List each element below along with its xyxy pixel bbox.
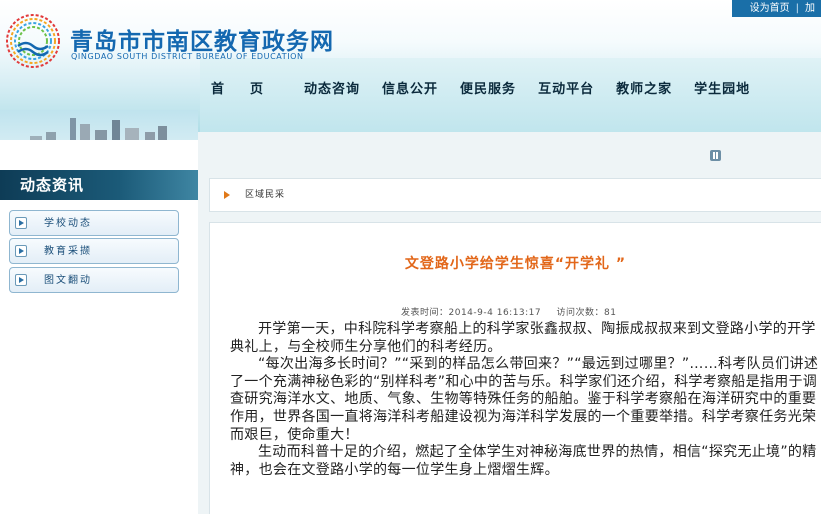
top-links-bar: 设为首页 | 加 (731, 0, 821, 17)
arrow-right-icon (15, 217, 27, 229)
set-homepage-link[interactable]: 设为首页 (744, 0, 796, 17)
site-subtitle: QINGDAO SOUTH DISTRICT BUREAU OF EDUCATI… (71, 52, 304, 61)
nav-teachers[interactable]: 教师之家 (605, 78, 683, 97)
nav-home[interactable]: 首页 (200, 78, 293, 97)
header-wave-banner (200, 58, 821, 140)
arrow-right-icon (15, 274, 27, 286)
sidebar: 学校动态 教育采撷 图文翻动 (0, 200, 199, 514)
main-nav: 首页 动态咨询 信息公开 便民服务 互动平台 教师之家 学生园地 (200, 76, 761, 98)
breadcrumb-label: 区域民采 (245, 190, 286, 200)
article-paragraph: 生动而科普十足的介绍，燃起了全体学生对神秘海底世界的热情，相信“探究无止境”的精… (230, 444, 817, 478)
pause-icon[interactable] (710, 150, 721, 161)
sidebar-item-photo-news[interactable]: 图文翻动 (9, 267, 179, 293)
arrow-right-icon (15, 245, 27, 257)
article-body: 开学第一天，中科院科学考察船上的科学家张鑫叔叔、陶振成叔叔来到文登路小学的开学典… (230, 321, 821, 479)
nav-services[interactable]: 便民服务 (449, 78, 527, 97)
sidebar-item-label: 图文翻动 (44, 275, 92, 286)
section-title: 动态资讯 (0, 170, 198, 200)
sidebar-item-education-highlights[interactable]: 教育采撷 (9, 238, 179, 264)
nav-students[interactable]: 学生园地 (683, 78, 761, 97)
site-title: 青岛市市南区教育政务网 (70, 29, 334, 55)
nav-news[interactable]: 动态咨询 (293, 78, 371, 97)
article-paragraph: “每次出海多长时间？”“采到的样品怎么带回来？”“最远到过哪里？”……科考队员们… (230, 356, 819, 443)
article-panel: 文登路小学给学生惊喜“开学礼 ” 发表时间：2014-9-4 16:13:17 … (209, 222, 821, 514)
breadcrumb: 区域民采 (209, 178, 821, 212)
sidebar-item-label: 教育采撷 (44, 246, 92, 257)
city-skyline-photo (0, 110, 198, 140)
add-favorite-link[interactable]: 加 (799, 0, 821, 17)
article-meta: 发表时间：2014-9-4 16:13:17 访问次数：81 (401, 305, 628, 318)
bullet-arrow-icon (224, 191, 230, 199)
visit-count: 访问次数：81 (556, 308, 617, 318)
site-header: 设为首页 | 加 青岛市市南区教育政务网 QINGDAO SOUTH DISTR… (0, 0, 821, 140)
nav-interaction[interactable]: 互动平台 (527, 78, 605, 97)
nav-info-public[interactable]: 信息公开 (371, 78, 449, 97)
article-paragraph: 开学第一天，中科院科学考察船上的科学家张鑫叔叔、陶振成叔叔来到文登路小学的开学典… (230, 321, 816, 355)
article-title: 文登路小学给学生惊喜“开学礼 ” (404, 256, 627, 272)
publish-time: 发表时间：2014-9-4 16:13:17 (401, 308, 542, 318)
sidebar-item-school-news[interactable]: 学校动态 (9, 210, 179, 236)
sidebar-item-label: 学校动态 (44, 218, 92, 229)
site-logo (6, 14, 60, 68)
